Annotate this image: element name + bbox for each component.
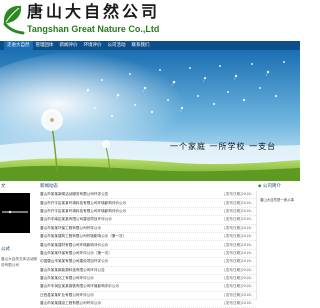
list-item[interactable]: 唐山市开平区某某环境科技有限公司环境影响评价公示 [发布日期]2016- bbox=[40, 208, 256, 217]
dandelion-scene bbox=[0, 50, 300, 181]
list-item[interactable]: 唐山市某某新能源科技有限公司环评公告 [发布日期]2016- bbox=[40, 267, 256, 275]
about-text: 唐山大自然是一家从事 bbox=[260, 198, 294, 202]
list-item[interactable]: 唐山市某某建筑工程有限公司环境影响公示（第一次） [发布日期]2016- bbox=[40, 233, 256, 242]
list-item[interactable]: 唐山市某某新闻活动服务有限公司环评公告 [发布日期]2016- bbox=[40, 191, 256, 200]
news-title: 唐山市丰润区某某钢铁有限公司环境影响评价公示 bbox=[40, 284, 120, 289]
list-item[interactable]: 迁西县某某矿业有限公司环评公示 [发布日期]2016- bbox=[40, 292, 256, 301]
video-player[interactable] bbox=[0, 193, 30, 233]
news-title: 唐山市丰南区某某有限公司建设项目环评公示 bbox=[40, 217, 112, 222]
list-item[interactable]: 唐山市某某化工有限公司环评公示 [发布日期]2016- bbox=[40, 275, 256, 284]
bullet-icon: ◆ bbox=[258, 184, 262, 189]
main-nav: 走进大自然 管理团体 新闻评价 环境评价 公司活动 联系我们 bbox=[0, 41, 300, 50]
left-bottom-title: 公式 bbox=[1, 247, 10, 252]
nav-item-about[interactable]: 走进大自然 bbox=[4, 41, 33, 50]
nav-item-activities[interactable]: 公司活动 bbox=[105, 41, 129, 50]
about-title-text: 公司简介 bbox=[262, 184, 281, 189]
news-date: [发布日期]2016- bbox=[224, 217, 252, 222]
news-section-title: 新闻动态 bbox=[40, 184, 58, 189]
news-date: [发布日期]2016- bbox=[224, 234, 252, 239]
about-panel: 唐山大自然是一家从事 bbox=[256, 191, 300, 300]
news-date: [发布日期]2016- bbox=[224, 276, 252, 281]
news-title: 唐山市开平区某某环境科技有限公司环境影响评价公示 bbox=[40, 208, 127, 213]
news-title: 唐山市某某建材有限公司环境影响评价公示 bbox=[40, 242, 109, 247]
news-title: 中国唐山市某某有限公司建设项目环评公示 bbox=[40, 259, 109, 264]
news-title: 唐山市开平区某某环境科技有限公司环境影响评价公示 bbox=[40, 200, 127, 205]
news-title: 唐山市某某建设工程有限公司环评公示 bbox=[40, 301, 102, 306]
company-name-cn: 唐山大自然公司 bbox=[27, 2, 161, 21]
leaf-logo-icon bbox=[3, 5, 25, 35]
news-date: [发布日期]2016- bbox=[224, 192, 252, 197]
nav-item-contact[interactable]: 联系我们 bbox=[129, 41, 153, 50]
hero-banner: 一个家庭 一所学校 一支台 bbox=[0, 50, 300, 181]
nav-item-news[interactable]: 新闻评价 bbox=[57, 41, 81, 50]
list-item[interactable]: 唐山市某某环保工程有限公司环评公示 [发布日期]2016- bbox=[40, 225, 256, 233]
news-title: 唐山市某某新闻活动服务有限公司环评公告 bbox=[40, 192, 109, 197]
news-title: 迁西县某某矿业有限公司环评公示 bbox=[40, 292, 94, 297]
news-date: [发布日期]2016- bbox=[224, 301, 252, 306]
news-date: [发布日期]2016- bbox=[224, 259, 252, 264]
company-name-en: Tangshan Great Nature Co.,Ltd bbox=[27, 24, 160, 34]
news-title: 唐山市某某新能源科技有限公司环评公告 bbox=[40, 267, 105, 272]
list-item[interactable]: 唐山市丰南区某某有限公司建设项目环评公示 [发布日期]2016- bbox=[40, 216, 256, 225]
nav-item-environment[interactable]: 环境评价 bbox=[81, 41, 105, 50]
about-section-title: ◆ 公司简介 bbox=[258, 183, 281, 191]
news-date: [发布日期]2016- bbox=[224, 200, 252, 205]
list-item[interactable]: 唐山市开平区某某环境科技有限公司环境影响评价公示 [发布日期]2016- bbox=[40, 199, 256, 208]
list-item[interactable]: 唐山市某某建材有限公司环境影响评价公示 [发布日期]2016- bbox=[40, 241, 256, 250]
list-item[interactable]: 唐山市某某环保有限公司环评公示（第一次） [发布日期]2016- bbox=[40, 250, 256, 259]
site-header: 唐山大自然公司 Tangshan Great Nature Co.,Ltd bbox=[0, 0, 300, 40]
news-list: 唐山市某某新闻活动服务有限公司环评公告 [发布日期]2016- 唐山市开平区某某环… bbox=[40, 191, 256, 308]
banner-slogan: 一个家庭 一所学校 一支台 bbox=[170, 142, 277, 151]
nav-item-team[interactable]: 管理团体 bbox=[33, 41, 57, 50]
news-date: [发布日期]2016- bbox=[224, 292, 252, 297]
left-column-title: 文 bbox=[1, 184, 6, 189]
list-item[interactable]: 唐山市某某建设工程有限公司环评公示 [发布日期]2016- bbox=[40, 300, 256, 308]
news-title: 唐山市某某环保有限公司环评公示（第一次） bbox=[40, 250, 112, 255]
video-frame bbox=[0, 193, 30, 233]
news-title: 唐山市某某建筑工程有限公司环境影响公示（第一次） bbox=[40, 234, 127, 239]
news-date: [发布日期]2016- bbox=[224, 284, 252, 289]
news-date: [发布日期]2016- bbox=[224, 250, 252, 255]
news-date: [发布日期]2016- bbox=[224, 225, 252, 230]
news-date: [发布日期]2016- bbox=[224, 242, 252, 247]
news-date: [发布日期]2016- bbox=[224, 267, 252, 272]
news-title: 唐山市某某化工有限公司环评公示 bbox=[40, 276, 94, 281]
list-item[interactable]: 唐山市丰润区某某钢铁有限公司环境影响评价公示 [发布日期]2016- bbox=[40, 283, 256, 292]
news-date: [发布日期]2016- bbox=[224, 208, 252, 213]
news-title: 唐山市某某环保工程有限公司环评公示 bbox=[40, 225, 102, 230]
list-item[interactable]: 中国唐山市某某有限公司建设项目环评公示 [发布日期]2016- bbox=[40, 258, 256, 267]
left-bottom-text: 唐山大自然文体活动服务有限公司 bbox=[1, 257, 37, 267]
